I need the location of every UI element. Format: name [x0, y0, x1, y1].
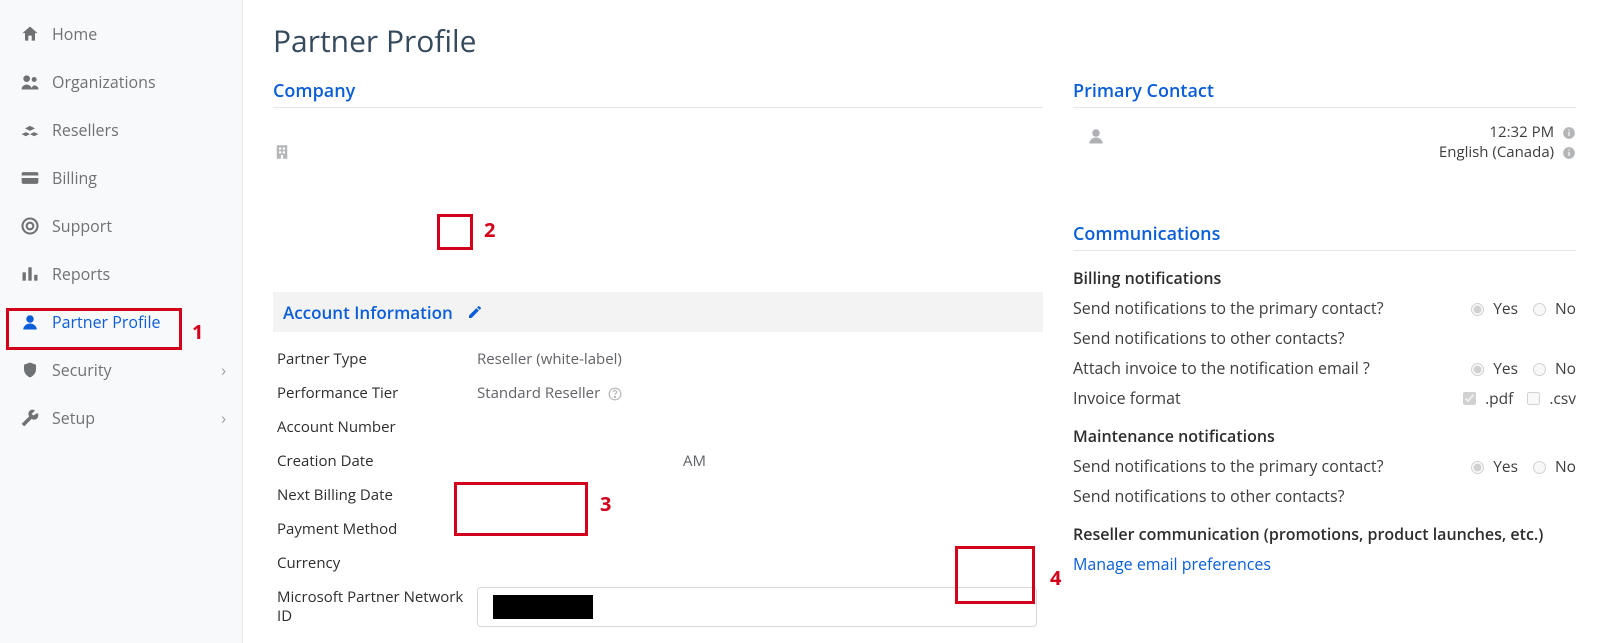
sidebar-item-label: Home [52, 23, 97, 45]
value-next-billing [473, 478, 1043, 512]
sidebar-item-label: Resellers [52, 119, 119, 141]
user-icon [18, 312, 42, 332]
billing-other-question: Send notifications to other contacts? [1073, 327, 1576, 349]
wrench-icon [18, 408, 42, 428]
sidebar-item-label: Partner Profile [52, 311, 160, 333]
person-icon [1087, 126, 1105, 146]
sidebar-item-resellers[interactable]: Resellers [0, 106, 242, 154]
credit-card-icon [18, 168, 42, 188]
main-content: Partner Profile Company Account Informat… [243, 0, 1606, 643]
building-icon [273, 142, 1043, 162]
shield-icon [18, 360, 42, 380]
primary-contact-heading: Primary Contact [1073, 79, 1576, 108]
billing-primary-yes[interactable]: Yes [1466, 297, 1518, 319]
communications-heading: Communications [1073, 222, 1576, 251]
label-account-number: Account Number [273, 410, 473, 444]
label-performance-tier: Performance Tier [273, 376, 473, 410]
account-info-title: Account Information [283, 301, 453, 324]
sidebar-item-label: Organizations [52, 71, 156, 93]
company-heading: Company [273, 79, 1043, 108]
invoice-format-label: Invoice format [1073, 387, 1459, 409]
bar-chart-icon [18, 264, 42, 284]
lifebuoy-icon [18, 216, 42, 236]
account-info-header: Account Information [273, 292, 1043, 332]
account-info-table: Partner Type Reseller (white-label) Perf… [273, 342, 1043, 634]
maint-primary-no[interactable]: No [1528, 455, 1576, 477]
users-icon [18, 72, 42, 92]
home-icon [18, 24, 42, 44]
sidebar-item-setup[interactable]: Setup › [0, 394, 242, 442]
contact-time: 12:32 PM [1489, 122, 1554, 142]
label-partner-type: Partner Type [273, 342, 473, 376]
sidebar-item-support[interactable]: Support [0, 202, 242, 250]
maint-primary-yes[interactable]: Yes [1466, 455, 1518, 477]
redacted-value [493, 595, 593, 619]
manage-email-prefs-link[interactable]: Manage email preferences [1073, 553, 1271, 575]
sidebar-item-label: Support [52, 215, 112, 237]
sidebar-item-reports[interactable]: Reports [0, 250, 242, 298]
label-next-billing: Next Billing Date [273, 478, 473, 512]
cubes-icon [18, 120, 42, 140]
value-performance-tier: Standard Reseller [473, 376, 1043, 410]
value-payment-method [473, 512, 1043, 546]
chevron-right-icon: › [221, 359, 226, 381]
label-payment-method: Payment Method [273, 512, 473, 546]
sidebar-item-partner-profile[interactable]: Partner Profile [0, 298, 242, 346]
label-currency: Currency [273, 546, 473, 580]
sidebar: Home Organizations Resellers Billing Sup… [0, 0, 243, 643]
edit-account-info-button[interactable] [461, 298, 489, 326]
sidebar-item-home[interactable]: Home [0, 10, 242, 58]
billing-primary-question: Send notifications to the primary contac… [1073, 297, 1466, 319]
attach-invoice-no[interactable]: No [1528, 357, 1576, 379]
reseller-comm-title: Reseller communication (promotions, prod… [1073, 523, 1576, 545]
sidebar-item-label: Billing [52, 167, 97, 189]
sidebar-item-label: Security [52, 359, 112, 381]
value-currency [473, 546, 1043, 580]
info-icon[interactable] [1558, 122, 1576, 142]
attach-invoice-question: Attach invoice to the notification email… [1073, 357, 1466, 379]
label-mpn-id: Microsoft Partner Network ID [273, 580, 473, 634]
page-title: Partner Profile [273, 20, 1576, 61]
value-creation-date: AM [473, 444, 1043, 478]
maint-primary-question: Send notifications to the primary contac… [1073, 455, 1466, 477]
sidebar-item-label: Setup [52, 407, 95, 429]
maint-other-question: Send notifications to other contacts? [1073, 485, 1576, 507]
help-icon[interactable] [608, 383, 622, 403]
invoice-format-pdf[interactable]: .pdf [1459, 387, 1513, 409]
value-partner-type: Reseller (white-label) [473, 342, 1043, 376]
chevron-right-icon: › [221, 407, 226, 429]
contact-locale: English (Canada) [1439, 142, 1554, 162]
right-column: Primary Contact 12:32 PM English (Canada… [1073, 79, 1576, 643]
invoice-format-csv[interactable]: .csv [1523, 387, 1576, 409]
value-account-number [473, 410, 1043, 444]
pencil-icon [467, 304, 483, 320]
sidebar-item-organizations[interactable]: Organizations [0, 58, 242, 106]
sidebar-item-security[interactable]: Security › [0, 346, 242, 394]
attach-invoice-yes[interactable]: Yes [1466, 357, 1518, 379]
sidebar-item-label: Reports [52, 263, 110, 285]
label-creation-date: Creation Date [273, 444, 473, 478]
billing-notif-title: Billing notifications [1073, 267, 1576, 289]
sidebar-item-billing[interactable]: Billing [0, 154, 242, 202]
maint-notif-title: Maintenance notifications [1073, 425, 1576, 447]
billing-primary-no[interactable]: No [1528, 297, 1576, 319]
left-column: Company Account Information Partner Type… [273, 79, 1043, 643]
info-icon[interactable] [1558, 142, 1576, 162]
